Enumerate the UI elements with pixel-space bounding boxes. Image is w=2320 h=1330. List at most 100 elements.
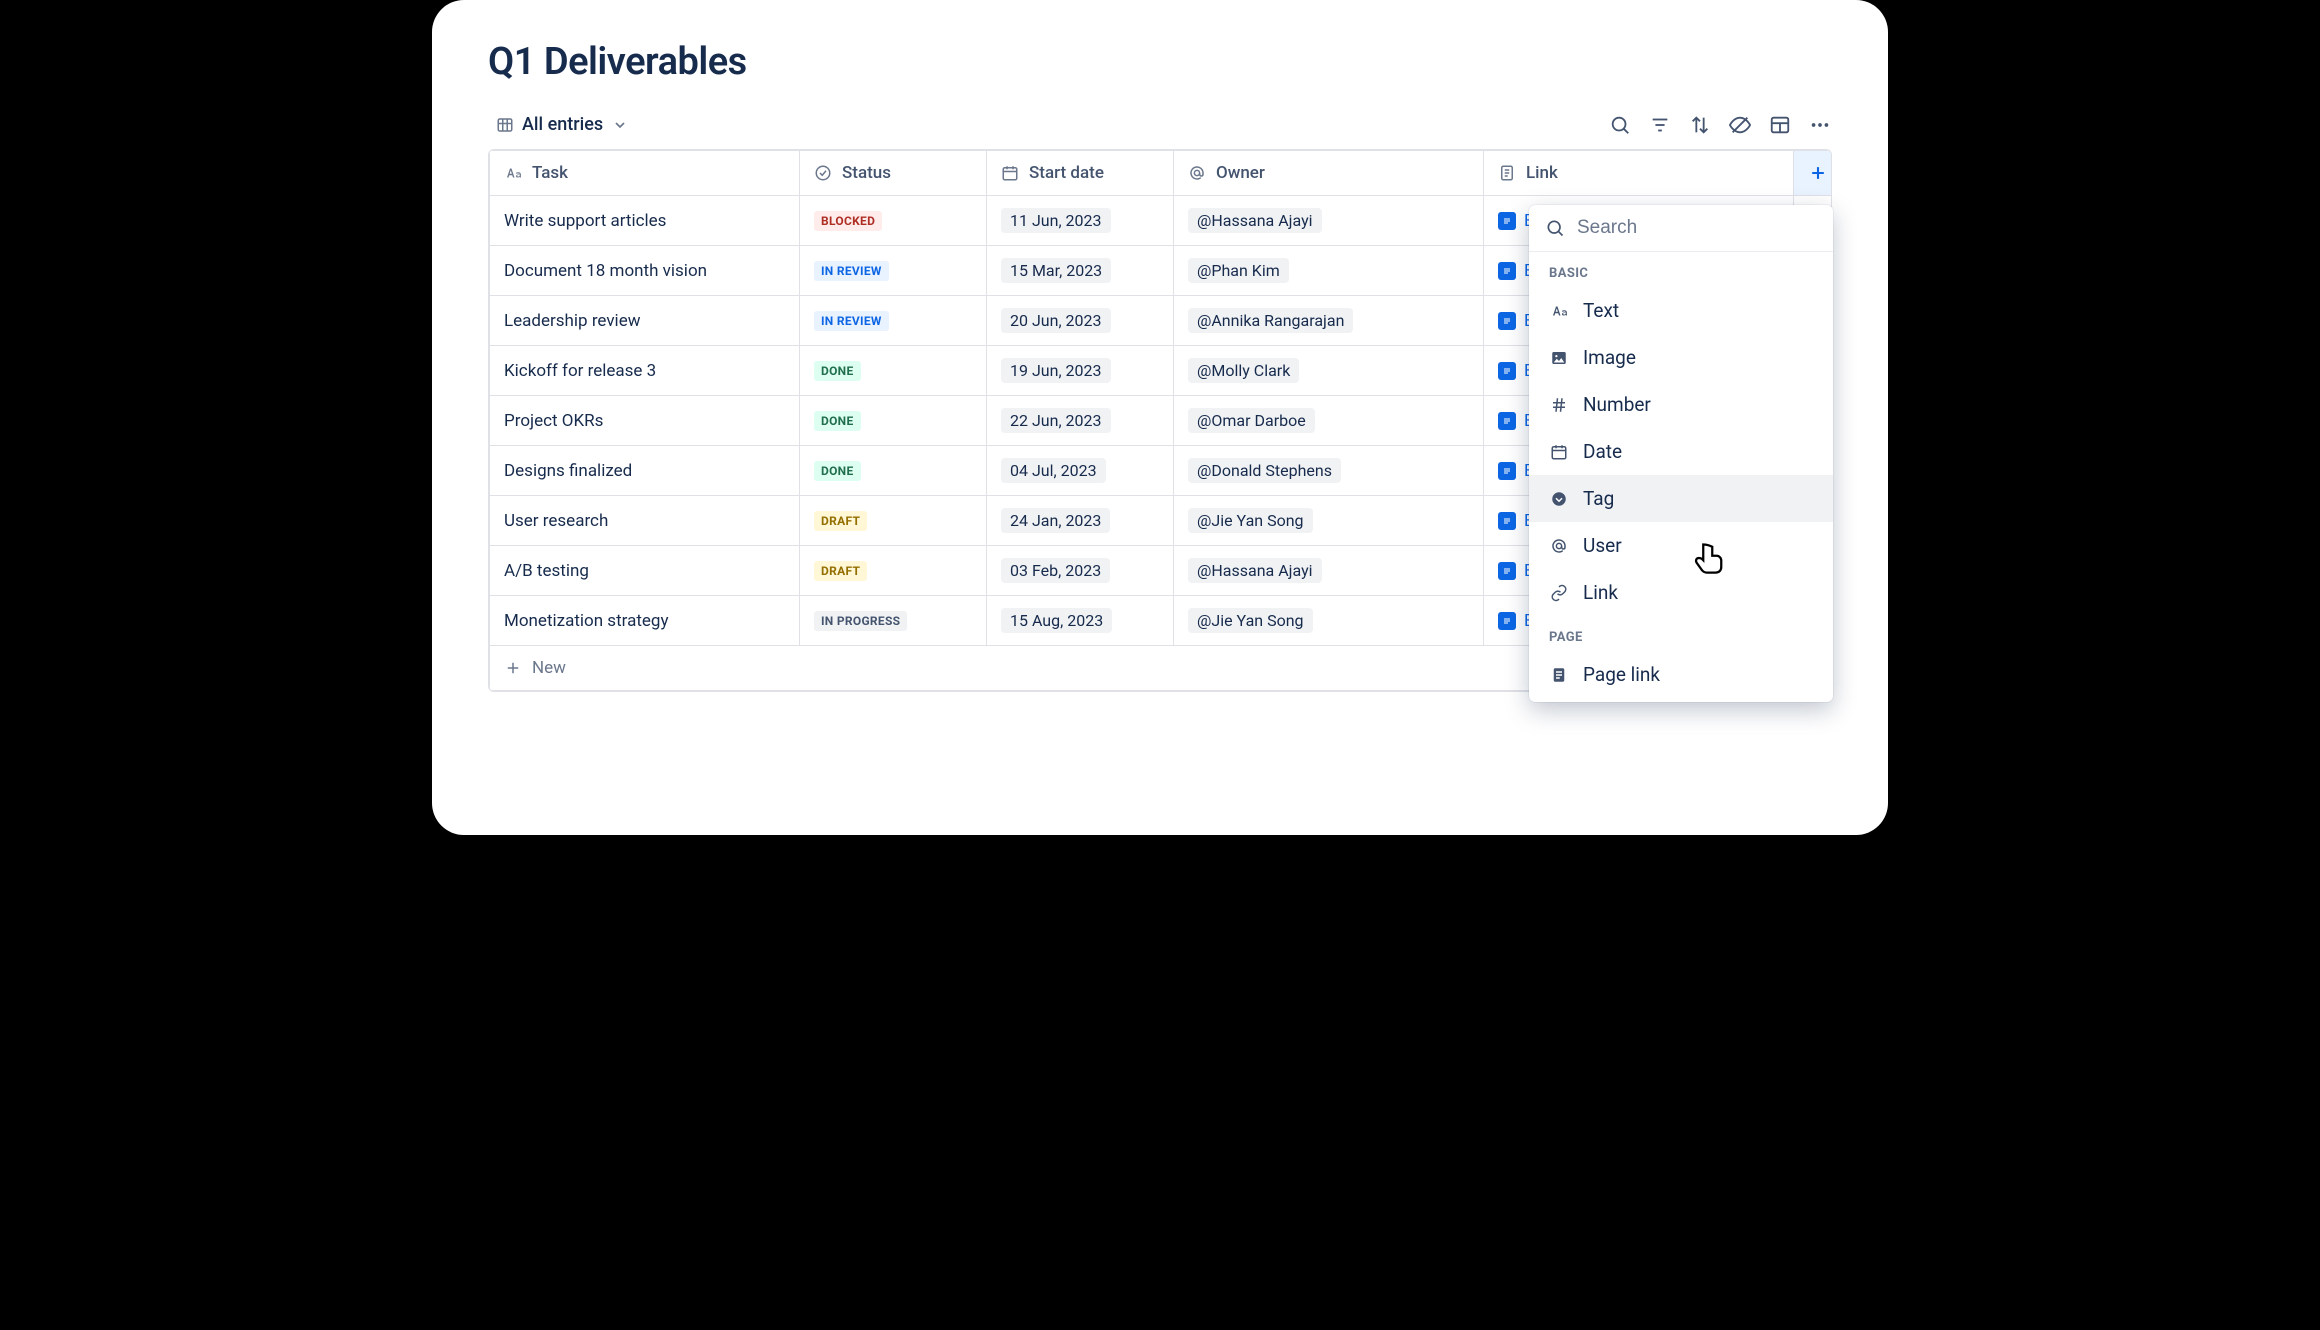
status-badge: DONE [814, 361, 861, 381]
view-switcher[interactable]: All entries [488, 108, 637, 141]
at-icon [1549, 536, 1569, 556]
dropdown-item-user[interactable]: User [1529, 522, 1833, 569]
column-label: Start date [1029, 163, 1104, 183]
dropdown-item-number[interactable]: Number [1529, 381, 1833, 428]
cell-status[interactable]: IN REVIEW [800, 296, 987, 346]
more-icon[interactable] [1808, 113, 1832, 137]
cell-task[interactable]: Kickoff for release 3 [490, 346, 800, 396]
cell-owner[interactable]: @Hassana Ajayi [1174, 546, 1484, 596]
cell-status[interactable]: BLOCKED [800, 196, 987, 246]
cell-status[interactable]: DONE [800, 346, 987, 396]
app-frame: Q1 Deliverables All entries [432, 0, 1888, 835]
calendar-icon [1001, 164, 1019, 182]
doc-icon [1498, 212, 1516, 230]
owner-mention: @Annika Rangarajan [1188, 308, 1353, 333]
column-header-task[interactable]: Task [490, 151, 800, 196]
date-chip: 19 Jun, 2023 [1001, 358, 1111, 383]
dropdown-item-label: Text [1583, 299, 1619, 322]
cell-date[interactable]: 04 Jul, 2023 [987, 446, 1174, 496]
owner-mention: @Jie Yan Song [1188, 508, 1313, 533]
dropdown-item-date[interactable]: Date [1529, 428, 1833, 475]
status-badge: IN REVIEW [814, 311, 889, 331]
cell-date[interactable]: 11 Jun, 2023 [987, 196, 1174, 246]
column-header-status[interactable]: Status [800, 151, 987, 196]
tag-chevron-icon [1549, 489, 1569, 509]
cell-status[interactable]: IN PROGRESS [800, 596, 987, 646]
cell-task[interactable]: Project OKRs [490, 396, 800, 446]
cell-status[interactable]: DRAFT [800, 546, 987, 596]
view-label: All entries [522, 114, 603, 135]
dropdown-item-link[interactable]: Link [1529, 569, 1833, 616]
cell-status[interactable]: DRAFT [800, 496, 987, 546]
dropdown-item-label: Link [1583, 581, 1618, 604]
cell-owner[interactable]: @Phan Kim [1174, 246, 1484, 296]
date-chip: 24 Jan, 2023 [1001, 508, 1110, 533]
column-label: Link [1526, 163, 1558, 183]
dropdown-item-image[interactable]: Image [1529, 334, 1833, 381]
dropdown-item-label: Date [1583, 440, 1622, 463]
cell-date[interactable]: 03 Feb, 2023 [987, 546, 1174, 596]
date-chip: 20 Jun, 2023 [1001, 308, 1111, 333]
column-header-owner[interactable]: Owner [1174, 151, 1484, 196]
cell-task[interactable]: A/B testing [490, 546, 800, 596]
hidden-eye-icon[interactable] [1728, 113, 1752, 137]
cell-task[interactable]: Designs finalized [490, 446, 800, 496]
dropdown-item-tag[interactable]: Tag [1529, 475, 1833, 522]
cell-status[interactable]: DONE [800, 396, 987, 446]
cell-date[interactable]: 15 Aug, 2023 [987, 596, 1174, 646]
filter-icon[interactable] [1648, 113, 1672, 137]
doc-icon [1498, 512, 1516, 530]
column-label: Owner [1216, 163, 1265, 183]
text-icon [504, 164, 522, 182]
dropdown-section-basic: BASIC [1529, 252, 1833, 287]
cell-owner[interactable]: @Jie Yan Song [1174, 496, 1484, 546]
dropdown-item-label: User [1583, 534, 1622, 557]
search-icon[interactable] [1608, 113, 1632, 137]
cell-owner[interactable]: @Annika Rangarajan [1174, 296, 1484, 346]
status-badge: DONE [814, 461, 861, 481]
owner-mention: @Jie Yan Song [1188, 608, 1313, 633]
date-chip: 11 Jun, 2023 [1001, 208, 1111, 233]
date-chip: 15 Mar, 2023 [1001, 258, 1111, 283]
column-header-link[interactable]: Link [1484, 151, 1794, 196]
dropdown-search-input[interactable] [1577, 217, 1817, 239]
hash-icon [1549, 395, 1569, 415]
dropdown-search[interactable] [1529, 205, 1833, 252]
cell-date[interactable]: 22 Jun, 2023 [987, 396, 1174, 446]
cell-status[interactable]: DONE [800, 446, 987, 496]
doc-icon [1498, 412, 1516, 430]
cell-task[interactable]: User research [490, 496, 800, 546]
cell-task[interactable]: Leadership review [490, 296, 800, 346]
field-type-dropdown: BASIC Text Image Number Date [1529, 205, 1833, 702]
dropdown-item-pagelink[interactable]: Page link [1529, 651, 1833, 698]
cell-date[interactable]: 15 Mar, 2023 [987, 246, 1174, 296]
image-icon [1549, 348, 1569, 368]
cell-date[interactable]: 19 Jun, 2023 [987, 346, 1174, 396]
page-title: Q1 Deliverables [488, 40, 1832, 84]
toolbar-right [1608, 113, 1832, 137]
date-chip: 04 Jul, 2023 [1001, 458, 1106, 483]
dropdown-item-text[interactable]: Text [1529, 287, 1833, 334]
sort-icon[interactable] [1688, 113, 1712, 137]
layout-icon[interactable] [1768, 113, 1792, 137]
column-header-date[interactable]: Start date [987, 151, 1174, 196]
cell-date[interactable]: 20 Jun, 2023 [987, 296, 1174, 346]
owner-mention: @Donald Stephens [1188, 458, 1341, 483]
cell-task[interactable]: Monetization strategy [490, 596, 800, 646]
chevron-down-icon [611, 116, 629, 134]
search-icon [1545, 218, 1565, 238]
cell-status[interactable]: IN REVIEW [800, 246, 987, 296]
cell-owner[interactable]: @Jie Yan Song [1174, 596, 1484, 646]
cell-owner[interactable]: @Molly Clark [1174, 346, 1484, 396]
cell-owner[interactable]: @Hassana Ajayi [1174, 196, 1484, 246]
cell-owner[interactable]: @Omar Darboe [1174, 396, 1484, 446]
date-chip: 03 Feb, 2023 [1001, 558, 1110, 583]
add-column-button[interactable] [1794, 151, 1833, 196]
cell-task[interactable]: Write support articles [490, 196, 800, 246]
dropdown-item-label: Image [1583, 346, 1636, 369]
cell-owner[interactable]: @Donald Stephens [1174, 446, 1484, 496]
status-icon [814, 164, 832, 182]
cell-task[interactable]: Document 18 month vision [490, 246, 800, 296]
status-badge: IN REVIEW [814, 261, 889, 281]
cell-date[interactable]: 24 Jan, 2023 [987, 496, 1174, 546]
